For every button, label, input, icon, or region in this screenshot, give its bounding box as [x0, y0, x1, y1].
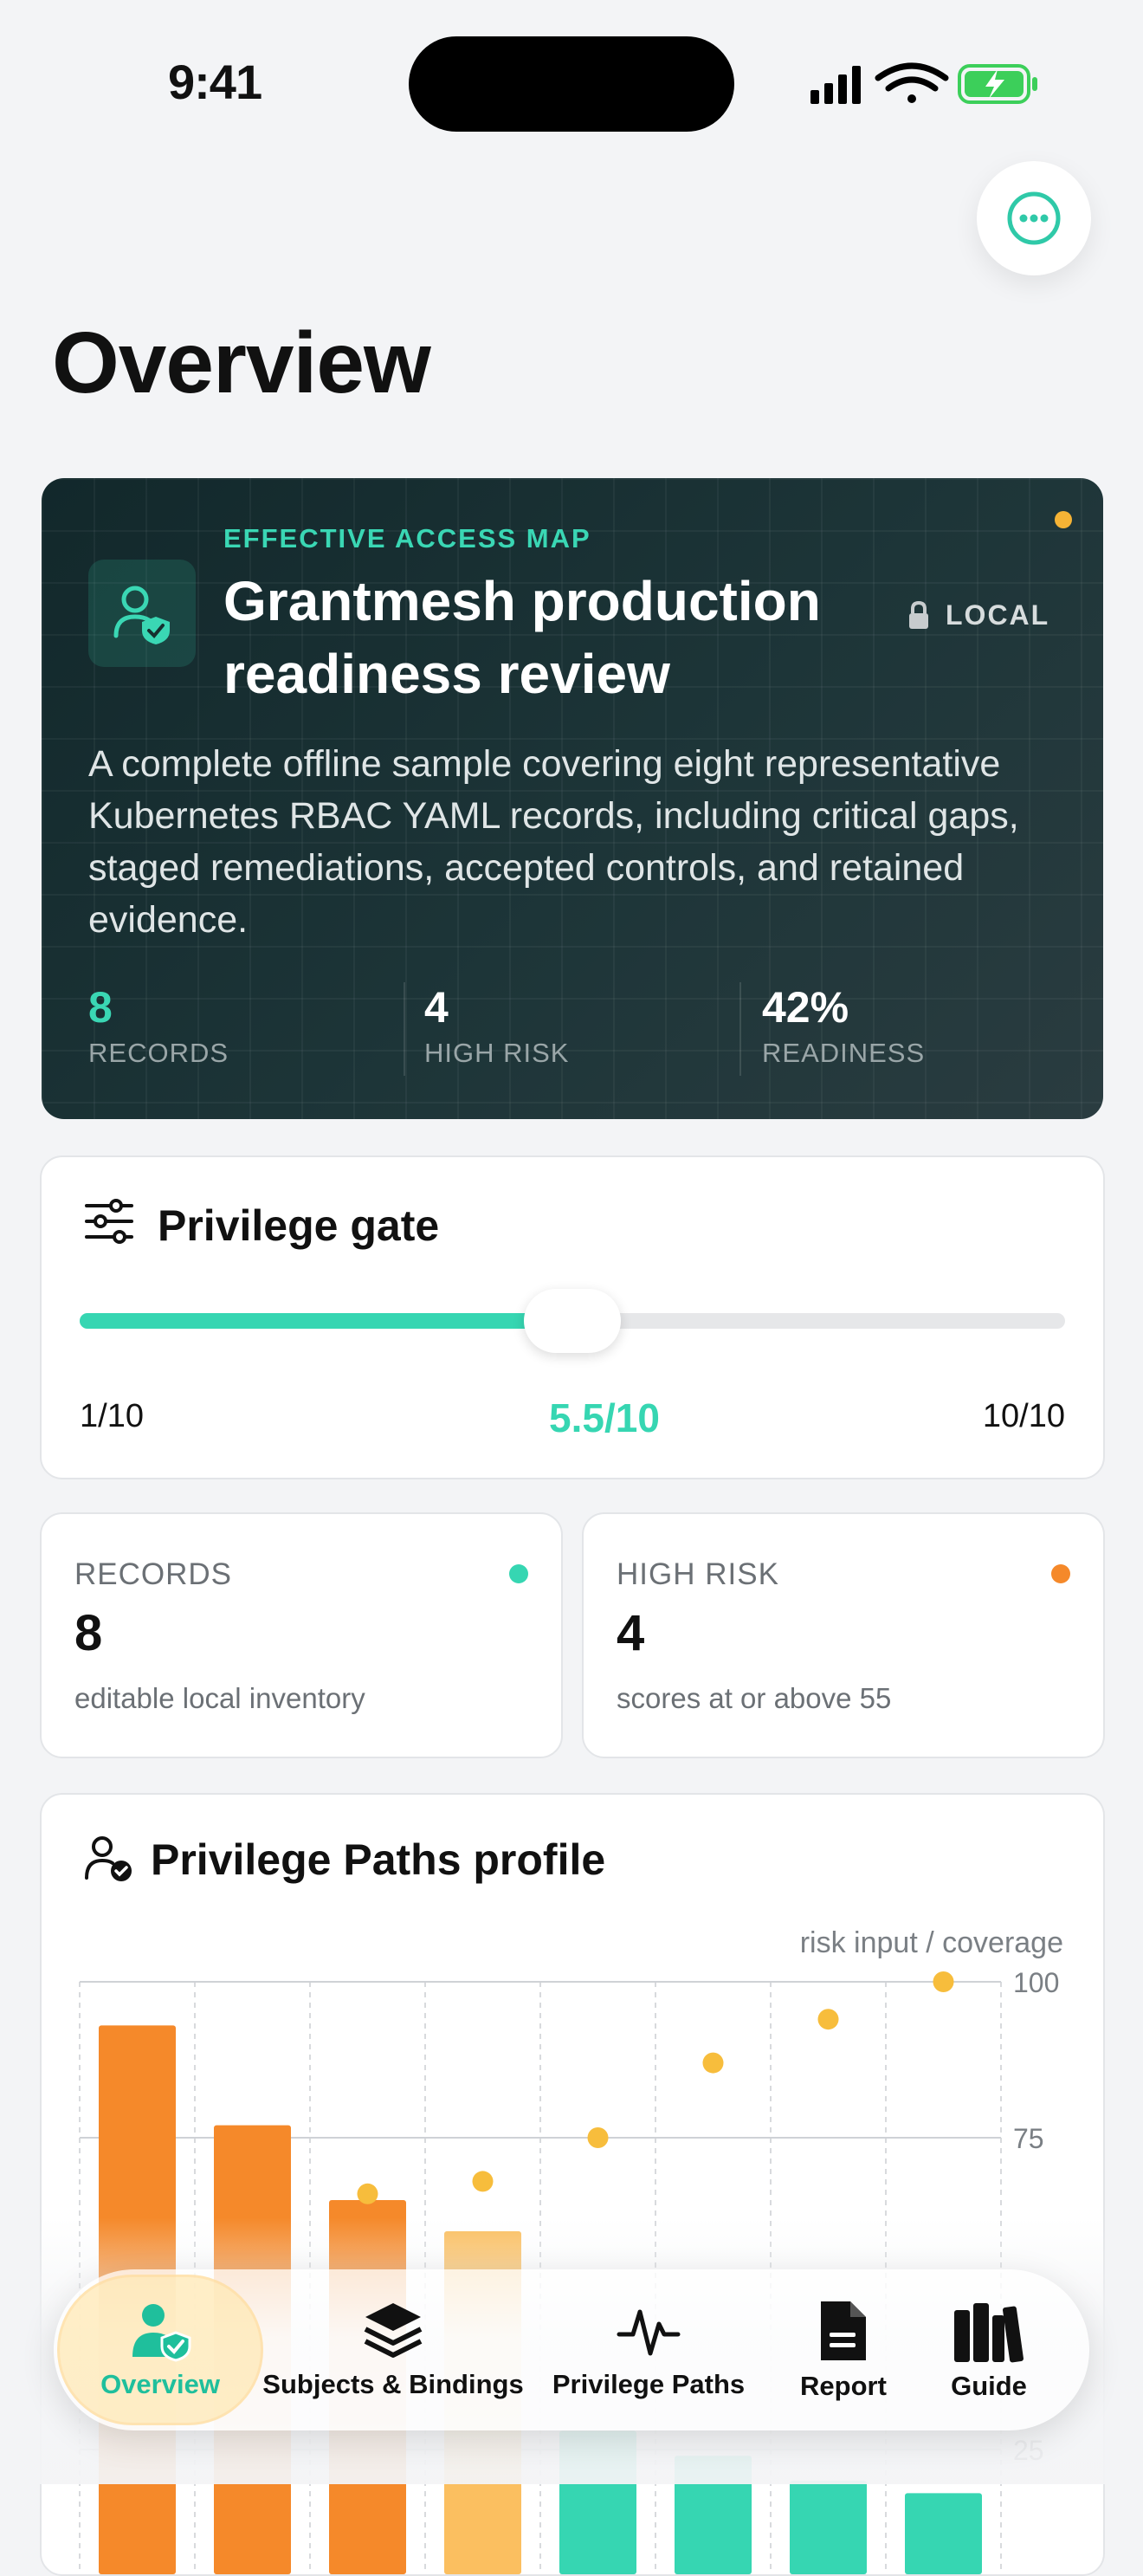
- tab-report[interactable]: Report: [774, 2269, 913, 2430]
- tab-label: Subjects & Bindings: [262, 2369, 524, 2399]
- hero-stat-high-risk: 4 HIGH RISK: [424, 982, 569, 1069]
- more-icon: [1007, 191, 1061, 245]
- summary-label: HIGH RISK: [617, 1557, 779, 1591]
- summary-value: 8: [74, 1605, 103, 1661]
- records-summary-card[interactable]: RECORDS 8 editable local inventory: [40, 1512, 563, 1758]
- tab-bar: Overview Subjects & Bindings Privilege P…: [54, 2269, 1089, 2430]
- tab-label: Privilege Paths: [552, 2369, 746, 2399]
- gate-slider-thumb[interactable]: [524, 1289, 621, 1353]
- battery-icon: [958, 64, 1037, 104]
- tab-privilege-paths[interactable]: Privilege Paths: [540, 2269, 757, 2430]
- gate-min-label: 1/10: [80, 1398, 144, 1434]
- wifi-icon: [875, 62, 949, 103]
- tab-overview[interactable]: Overview: [57, 2269, 263, 2430]
- sliders-icon: [83, 1199, 135, 1248]
- status-time: 9:41: [168, 55, 262, 109]
- y-tick-label: 100: [1013, 1967, 1059, 1998]
- high-risk-summary-card[interactable]: HIGH RISK 4 scores at or above 55: [582, 1512, 1105, 1758]
- document-icon: [821, 2301, 866, 2360]
- coverage-point: [472, 2171, 494, 2192]
- summary-value: 4: [617, 1605, 645, 1661]
- hero-stat-readiness: 42% READINESS: [762, 982, 925, 1069]
- tab-label: Report: [800, 2371, 887, 2401]
- hero-stat-value: 4: [424, 983, 449, 1032]
- summary-label: RECORDS: [74, 1557, 233, 1591]
- coverage-point: [702, 2052, 724, 2074]
- hero-card[interactable]: EFFECTIVE ACCESS MAP Grantmesh productio…: [42, 478, 1103, 1119]
- status-dot: [509, 1564, 528, 1583]
- hero-title: Grantmesh production readiness review: [223, 570, 821, 705]
- privilege-gate-title: Privilege gate: [158, 1201, 440, 1250]
- risk-bar: [790, 2481, 867, 2574]
- hero-stat-value: 42%: [762, 983, 849, 1032]
- hero-kicker: EFFECTIVE ACCESS MAP: [223, 523, 591, 553]
- gate-max-label: 10/10: [982, 1398, 1065, 1434]
- summary-sub: editable local inventory: [74, 1682, 365, 1714]
- hero-stat-label: RECORDS: [88, 1038, 229, 1068]
- local-badge: LOCAL: [907, 599, 1049, 631]
- risk-bar: [905, 2493, 982, 2574]
- hero-stat-label: HIGH RISK: [424, 1038, 570, 1068]
- status-icons: [809, 61, 1043, 107]
- tab-label: Overview: [100, 2369, 220, 2399]
- tab-subjects-bindings[interactable]: Subjects & Bindings: [262, 2269, 524, 2430]
- layers-icon: [364, 2303, 423, 2358]
- page-title: Overview: [52, 314, 431, 411]
- tab-guide[interactable]: Guide: [920, 2269, 1058, 2430]
- hero-stat-records: 8 RECORDS: [88, 982, 229, 1069]
- y-tick-label: 75: [1013, 2123, 1044, 2154]
- hero-stat-value: 8: [88, 983, 113, 1032]
- gate-value-label: 5.5/10: [549, 1395, 660, 1440]
- coverage-point: [817, 2009, 839, 2030]
- status-dot: [1051, 1564, 1070, 1583]
- privilege-gate-card: Privilege gate 1/10 5.5/10 10/10: [40, 1155, 1105, 1479]
- local-badge-label: LOCAL: [946, 599, 1050, 631]
- signal-icon: [810, 66, 861, 104]
- tab-label: Guide: [951, 2371, 1027, 2401]
- books-icon: [954, 2303, 1024, 2363]
- gate-slider-fill: [80, 1313, 572, 1329]
- user-shield-icon: [132, 2304, 191, 2362]
- hero-description: A complete offline sample covering eight…: [88, 743, 1019, 941]
- hero-status-dot: [1055, 511, 1072, 528]
- user-shield-icon: [88, 560, 196, 667]
- more-options-button[interactable]: [977, 161, 1091, 275]
- coverage-point: [357, 2183, 378, 2204]
- pulse-icon: [617, 2309, 681, 2356]
- hero-stat-label: READINESS: [762, 1038, 926, 1068]
- dynamic-island: [409, 36, 734, 132]
- lock-icon: [909, 600, 928, 629]
- coverage-point: [587, 2127, 609, 2148]
- summary-sub: scores at or above 55: [617, 1682, 892, 1714]
- coverage-point: [933, 1971, 954, 1992]
